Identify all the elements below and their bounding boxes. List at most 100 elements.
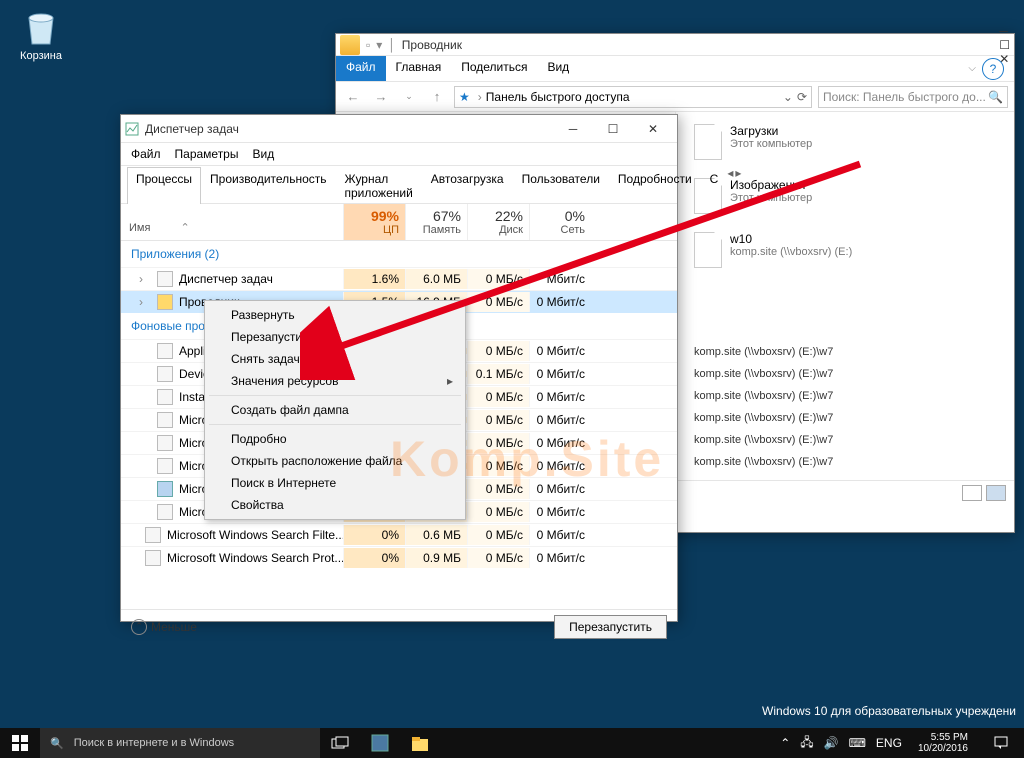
tray-volume-icon[interactable]: 🔊 — [824, 736, 839, 750]
action-center-button[interactable] — [984, 735, 1018, 751]
explorer-addressbar: ← → ⌄ ↑ ★ › Панель быстрого доступа ⌄⟳ П… — [336, 82, 1014, 112]
recent-item[interactable]: komp.site (\\vboxsrv) (E:)\w7 — [694, 412, 996, 424]
ctx-resource-values[interactable]: Значения ресурсов▸ — [207, 370, 463, 392]
tab-performance[interactable]: Производительность — [201, 167, 335, 204]
recent-item[interactable]: komp.site (\\vboxsrv) (E:)\w7 — [694, 390, 996, 402]
taskmgr-app-icon — [125, 122, 139, 136]
fewer-details[interactable]: ⌃Меньше — [131, 619, 197, 635]
search-icon: 🔍 — [50, 737, 64, 750]
tab-scroll-left[interactable]: ◂ — [727, 166, 733, 203]
ctx-search-online[interactable]: Поиск в Интернете — [207, 472, 463, 494]
ctx-expand[interactable]: Развернуть — [207, 304, 463, 326]
taskbar-app-taskmgr[interactable] — [360, 728, 400, 758]
recent-item[interactable]: komp.site (\\vboxsrv) (E:)\w7 — [694, 434, 996, 446]
context-menu: Развернуть Перезапустить Снять задачу Зн… — [204, 300, 466, 520]
windows-logo-icon — [12, 735, 28, 751]
ribbon-tab-file[interactable]: Файл — [336, 56, 386, 81]
col-network[interactable]: 0%Сеть — [529, 204, 591, 240]
recent-item[interactable]: komp.site (\\vboxsrv) (E:)\w7 — [694, 456, 996, 468]
process-row[interactable]: Microsoft Windows Search Prot...0%0.9 МБ… — [121, 546, 677, 569]
tab-apphistory[interactable]: Журнал приложений — [336, 167, 422, 204]
quickaccess-icon: ★ — [459, 90, 470, 104]
item-name: w10 — [730, 232, 852, 246]
tray-keyboard-icon[interactable]: ⌨ — [849, 736, 866, 750]
taskbar-clock[interactable]: 5:55 PM 10/20/2016 — [912, 732, 974, 754]
taskbar-app-explorer[interactable] — [400, 728, 440, 758]
qat-save-icon[interactable]: ▫ — [366, 38, 370, 52]
explorer-app-icon — [340, 35, 360, 55]
ctx-open-file-location[interactable]: Открыть расположение файла — [207, 450, 463, 472]
address-field[interactable]: ★ › Панель быстрого доступа ⌄⟳ — [454, 86, 812, 108]
ribbon-tab-home[interactable]: Главная — [386, 56, 452, 81]
windows-edition-label: Windows 10 для образовательных учреждени — [762, 704, 1016, 718]
process-row[interactable]: ›Диспетчер задач 1.6% 6.0 МБ 0 МБ/с Мбит… — [121, 267, 677, 290]
ctx-properties[interactable]: Свойства — [207, 494, 463, 516]
item-name: Загрузки — [730, 124, 812, 138]
recycle-bin[interactable]: Корзина — [6, 6, 76, 62]
taskmgr-close[interactable]: ✕ — [633, 115, 673, 143]
submenu-arrow-icon: ▸ — [447, 374, 453, 388]
col-cpu[interactable]: 99%ЦП — [343, 204, 405, 240]
ribbon-tab-share[interactable]: Поделиться — [451, 56, 537, 81]
tab-users[interactable]: Пользователи — [513, 167, 609, 204]
folder-item[interactable]: w10komp.site (\\vboxsrv) (E:) — [694, 232, 996, 268]
help-icon[interactable]: ? — [982, 58, 1004, 80]
explorer-maximize[interactable]: ☐ — [999, 38, 1010, 52]
addr-dropdown-icon[interactable]: ⌄ — [783, 90, 793, 104]
refresh-icon[interactable]: ⟳ — [797, 90, 807, 104]
tab-details[interactable]: Подробности — [609, 167, 701, 204]
tray-chevron-up-icon[interactable]: ⌃ — [780, 736, 790, 750]
menu-file[interactable]: Файл — [131, 147, 161, 161]
file-icon — [694, 124, 722, 160]
taskmgr-minimize[interactable]: ─ — [553, 115, 593, 143]
taskmgr-footer: ⌃Меньше Перезапустить — [121, 609, 677, 643]
ctx-restart[interactable]: Перезапустить — [207, 326, 463, 348]
search-placeholder: Поиск: Панель быстрого до... — [823, 90, 986, 104]
recent-item[interactable]: komp.site (\\vboxsrv) (E:)\w7 — [694, 346, 996, 358]
process-icon — [157, 294, 173, 310]
item-sub: Этот компьютер — [730, 138, 812, 150]
nav-up[interactable]: ↑ — [426, 86, 448, 108]
nav-forward[interactable]: → — [370, 86, 392, 108]
process-icon — [157, 389, 173, 405]
menu-view[interactable]: Вид — [252, 147, 274, 161]
tab-startup[interactable]: Автозагрузка — [422, 167, 513, 204]
recycle-bin-icon — [20, 6, 62, 48]
tray-network-icon[interactable]: 🖧 — [800, 733, 813, 754]
expand-icon[interactable]: › — [139, 295, 151, 309]
taskbar-search[interactable]: 🔍 Поиск в интернете и в Windows — [40, 728, 320, 758]
tab-processes[interactable]: Процессы — [127, 167, 201, 204]
ctx-create-dump[interactable]: Создать файл дампа — [207, 399, 463, 421]
ribbon-expand-icon[interactable]: ⌵ — [968, 63, 976, 74]
group-apps: Приложения (2) — [121, 241, 677, 267]
recent-item[interactable]: komp.site (\\vboxsrv) (E:)\w7 — [694, 368, 996, 380]
ctx-go-details[interactable]: Подробно — [207, 428, 463, 450]
nav-back[interactable]: ← — [342, 86, 364, 108]
nav-recent[interactable]: ⌄ — [398, 86, 420, 108]
explorer-minimize[interactable]: ─ — [999, 24, 1010, 38]
task-view-button[interactable] — [320, 728, 360, 758]
tab-scroll-right[interactable]: ▸ — [735, 166, 741, 203]
process-icon — [157, 412, 173, 428]
ctx-end-task[interactable]: Снять задачу — [207, 348, 463, 370]
taskmgr-title: Диспетчер задач — [145, 122, 239, 136]
folder-item[interactable]: ЗагрузкиЭтот компьютер — [694, 124, 996, 160]
expand-icon[interactable]: › — [139, 272, 151, 286]
ribbon-tab-view[interactable]: Вид — [537, 56, 579, 81]
col-disk[interactable]: 22%Диск — [467, 204, 529, 240]
restart-button[interactable]: Перезапустить — [554, 615, 667, 639]
explorer-search[interactable]: Поиск: Панель быстрого до... 🔍 — [818, 86, 1008, 108]
qat-chevron-icon[interactable]: ▾ — [376, 38, 382, 52]
taskmgr-maximize[interactable]: ☐ — [593, 115, 633, 143]
tray-language[interactable]: ENG — [876, 736, 902, 750]
explorer-qat: ▫ ▾ │ Проводник ─ ☐ ✕ — [336, 34, 1014, 56]
tab-services[interactable]: С — [701, 167, 728, 204]
view-large-icon[interactable] — [986, 485, 1006, 501]
col-name[interactable]: Имя⌃ — [121, 204, 343, 240]
taskmgr-column-header: Имя⌃ 99%ЦП 67%Память 22%Диск 0%Сеть — [121, 204, 677, 241]
menu-options[interactable]: Параметры — [175, 147, 239, 161]
view-details-icon[interactable] — [962, 485, 982, 501]
process-row[interactable]: Microsoft Windows Search Filte...0%0.6 М… — [121, 523, 677, 546]
col-memory[interactable]: 67%Память — [405, 204, 467, 240]
start-button[interactable] — [0, 728, 40, 758]
